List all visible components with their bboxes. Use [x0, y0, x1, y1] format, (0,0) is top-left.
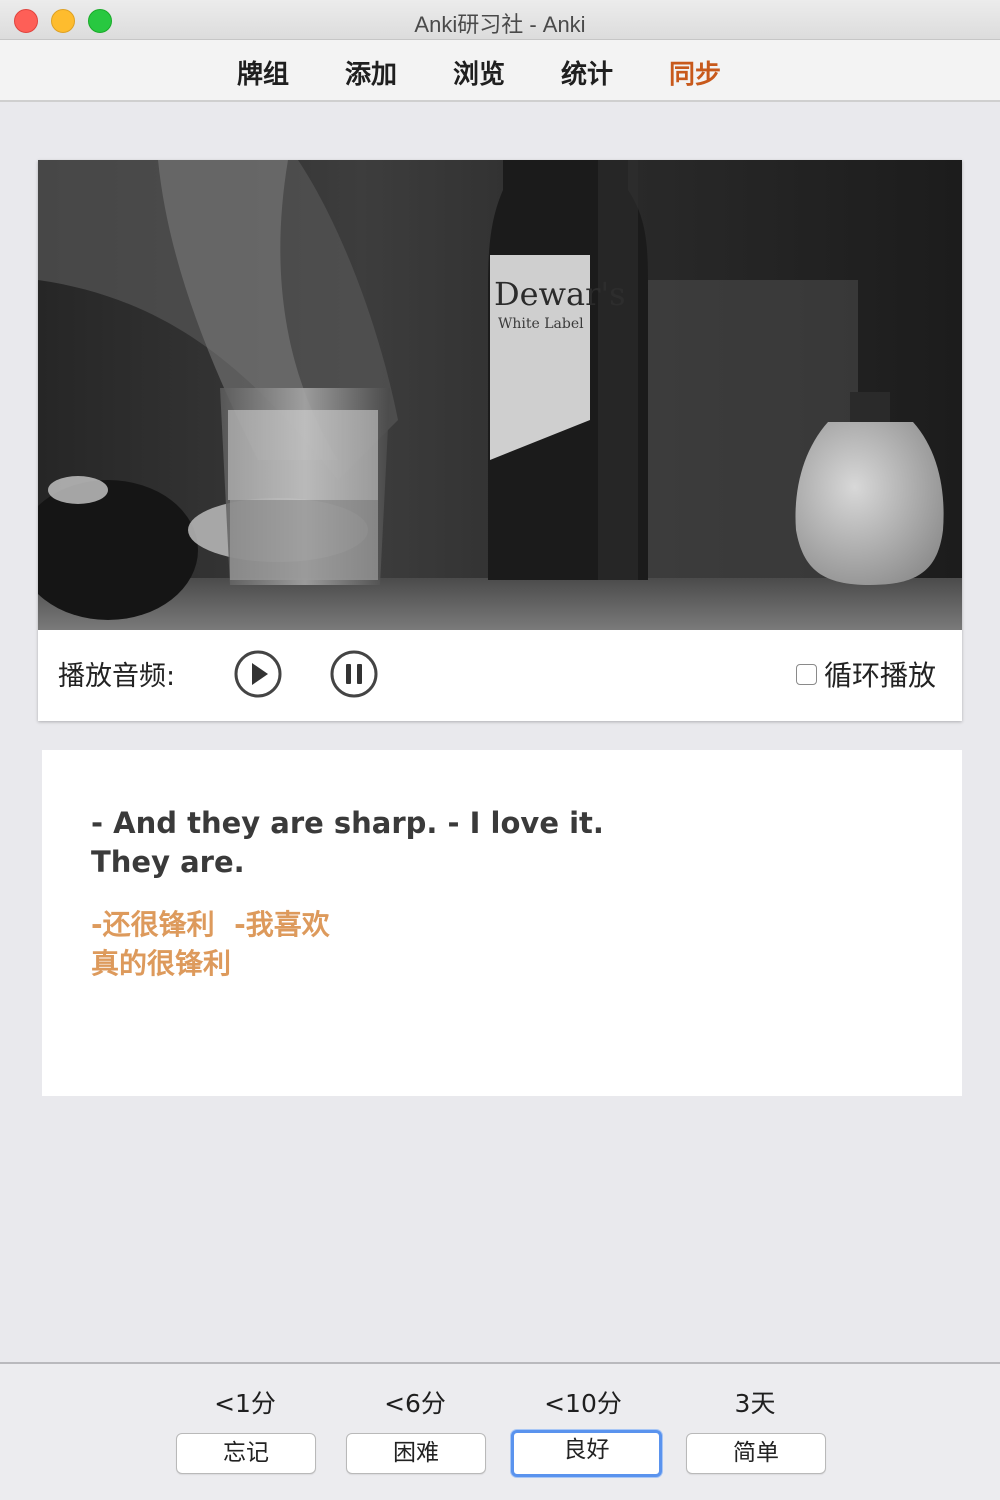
card-answer: - And they are sharp. - I love it. They …	[42, 750, 962, 1096]
toolbar-browse[interactable]: 浏览	[453, 54, 505, 91]
video-still-image: Dewar's White Label	[38, 160, 962, 630]
title-bar: Anki研习社 - Anki	[0, 0, 1000, 40]
interval-good: <10分	[544, 1389, 622, 1418]
easy-button[interactable]: 简单	[686, 1433, 826, 1474]
english-line-1: - And they are sharp. - I love it.	[91, 806, 604, 840]
bottle-sublabel: White Label	[498, 316, 584, 332]
pause-circle-icon	[330, 650, 378, 698]
loop-checkbox[interactable]	[796, 664, 817, 685]
interval-easy: 3天	[734, 1389, 776, 1418]
audio-player-bar: 播放音频: 循环播放	[38, 630, 962, 721]
pause-button[interactable]	[328, 648, 380, 700]
toolbar-sync[interactable]: 同步	[669, 54, 721, 91]
answer-bar: <1分 <6分 <10分 3天 忘记 困难 良好 简单	[0, 1362, 1000, 1500]
toolbar-stats[interactable]: 统计	[561, 54, 613, 91]
interval-again: <1分	[214, 1389, 276, 1418]
good-button[interactable]: 良好	[511, 1430, 662, 1477]
chinese-line-1: -还很锋利 -我喜欢	[91, 908, 330, 941]
loop-label[interactable]: 循环播放	[824, 654, 936, 694]
english-line-2: They are.	[91, 845, 245, 879]
video-frame[interactable]: Dewar's White Label	[38, 160, 962, 630]
play-audio-label: 播放音频:	[58, 661, 176, 692]
play-button[interactable]	[232, 648, 284, 700]
window-title: Anki研习社 - Anki	[414, 12, 586, 37]
interval-hard: <6分	[384, 1389, 446, 1418]
play-circle-icon	[234, 650, 282, 698]
video-card: Dewar's White Label 播放音频: 循环播放	[38, 160, 962, 721]
hard-button[interactable]: 困难	[346, 1433, 486, 1474]
main-toolbar: 牌组 添加 浏览 统计 同步	[0, 40, 1000, 102]
chinese-line-2: 真的很锋利	[91, 947, 232, 980]
again-button[interactable]: 忘记	[176, 1433, 316, 1474]
toolbar-add[interactable]: 添加	[345, 54, 397, 91]
toolbar-decks[interactable]: 牌组	[237, 54, 289, 91]
